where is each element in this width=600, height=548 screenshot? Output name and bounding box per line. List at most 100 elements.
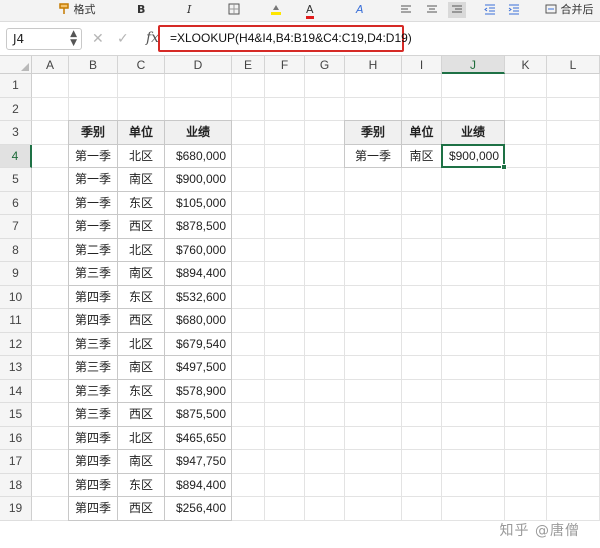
source-amount-cell[interactable]: $680,000 [165, 144, 232, 168]
source-amount-cell[interactable]: $947,750 [165, 450, 232, 474]
source-cell[interactable]: 西区 [118, 309, 165, 333]
row-header-16[interactable]: 16 [0, 426, 32, 450]
cancel-formula-button[interactable]: ✕ [92, 31, 104, 47]
name-box-stepper-icon[interactable]: ▲ ▼ [70, 30, 77, 48]
lookup-header-cell[interactable]: 季别 [345, 121, 402, 145]
row-header-2[interactable]: 2 [0, 97, 32, 121]
column-header-d[interactable]: D [165, 56, 232, 74]
source-amount-cell[interactable]: $900,000 [165, 168, 232, 192]
column-header-a[interactable]: A [32, 56, 69, 74]
source-cell[interactable]: 第一季 [69, 168, 118, 192]
row-header-17[interactable]: 17 [0, 450, 32, 474]
source-cell[interactable]: 第三季 [69, 262, 118, 286]
row-header-6[interactable]: 6 [0, 191, 32, 215]
source-header-cell[interactable]: 业绩 [165, 121, 232, 145]
source-amount-cell[interactable]: $465,650 [165, 426, 232, 450]
row-header-13[interactable]: 13 [0, 356, 32, 380]
borders-button[interactable] [228, 2, 240, 18]
accept-formula-button[interactable]: ✓ [117, 31, 129, 47]
source-amount-cell[interactable]: $878,500 [165, 215, 232, 239]
row-header-7[interactable]: 7 [0, 215, 32, 239]
italic-button[interactable]: I [187, 2, 191, 18]
source-cell[interactable]: 第四季 [69, 309, 118, 333]
source-amount-cell[interactable]: $760,000 [165, 238, 232, 262]
column-header-c[interactable]: C [118, 56, 165, 74]
decrease-indent-button[interactable] [484, 2, 496, 18]
column-header-e[interactable]: E [232, 56, 265, 74]
row-header-10[interactable]: 10 [0, 285, 32, 309]
column-header-h[interactable]: H [345, 56, 402, 74]
column-header-g[interactable]: G [305, 56, 345, 74]
source-cell[interactable]: 东区 [118, 191, 165, 215]
align-center-button[interactable] [426, 2, 438, 18]
column-header-j[interactable]: J [442, 56, 505, 74]
column-header-f[interactable]: F [265, 56, 305, 74]
bold-button[interactable]: B [137, 2, 145, 18]
source-cell[interactable]: 第四季 [69, 473, 118, 497]
source-amount-cell[interactable]: $894,400 [165, 262, 232, 286]
source-amount-cell[interactable]: $680,000 [165, 309, 232, 333]
row-header-18[interactable]: 18 [0, 473, 32, 497]
formula-highlight-box[interactable]: =XLOOKUP(H4&I4,B4:B19&C4:C19,D4:D19) [158, 25, 412, 52]
source-amount-cell[interactable]: $497,500 [165, 356, 232, 380]
row-header-5[interactable]: 5 [0, 168, 32, 192]
source-cell[interactable]: 北区 [118, 144, 165, 168]
source-cell[interactable]: 第一季 [69, 191, 118, 215]
source-header-cell[interactable]: 季别 [69, 121, 118, 145]
source-cell[interactable]: 南区 [118, 356, 165, 380]
source-cell[interactable]: 南区 [118, 450, 165, 474]
source-amount-cell[interactable]: $875,500 [165, 403, 232, 427]
lookup-cell[interactable]: 第一季 [345, 144, 402, 168]
source-cell[interactable]: 西区 [118, 497, 165, 521]
column-header-l[interactable]: L [547, 56, 600, 74]
source-amount-cell[interactable]: $894,400 [165, 473, 232, 497]
row-header-15[interactable]: 15 [0, 403, 32, 427]
formula-input[interactable]: =XLOOKUP(H4&I4,B4:B19&C4:C19,D4:D19) [170, 31, 412, 46]
row-header-14[interactable]: 14 [0, 379, 32, 403]
align-left-button[interactable] [400, 2, 412, 18]
row-header-19[interactable]: 19 [0, 497, 32, 521]
row-header-8[interactable]: 8 [0, 238, 32, 262]
source-cell[interactable]: 北区 [118, 426, 165, 450]
lookup-header-cell[interactable]: 单位 [402, 121, 442, 145]
source-cell[interactable]: 西区 [118, 403, 165, 427]
source-cell[interactable]: 北区 [118, 238, 165, 262]
font-color-button[interactable]: A [306, 2, 314, 19]
source-amount-cell[interactable]: $679,540 [165, 332, 232, 356]
source-cell[interactable]: 第四季 [69, 497, 118, 521]
row-header-1[interactable]: 1 [0, 74, 32, 98]
format-painter-button[interactable]: 格式 [58, 2, 96, 18]
row-header-12[interactable]: 12 [0, 332, 32, 356]
source-cell[interactable]: 西区 [118, 215, 165, 239]
source-cell[interactable]: 第一季 [69, 215, 118, 239]
lookup-cell[interactable]: 南区 [402, 144, 442, 168]
row-header-3[interactable]: 3 [0, 121, 32, 145]
source-cell[interactable]: 第二季 [69, 238, 118, 262]
source-cell[interactable]: 东区 [118, 379, 165, 403]
lookup-header-cell[interactable]: 业绩 [442, 121, 505, 145]
source-cell[interactable]: 东区 [118, 473, 165, 497]
source-cell[interactable]: 第三季 [69, 332, 118, 356]
source-amount-cell[interactable]: $578,900 [165, 379, 232, 403]
text-effects-button[interactable]: A [356, 2, 364, 18]
source-cell[interactable]: 第四季 [69, 426, 118, 450]
align-right-button[interactable] [448, 2, 466, 18]
column-header-i[interactable]: I [402, 56, 442, 74]
source-cell[interactable]: 第一季 [69, 144, 118, 168]
column-header-b[interactable]: B [69, 56, 118, 74]
source-cell[interactable]: 第四季 [69, 450, 118, 474]
source-cell[interactable]: 南区 [118, 262, 165, 286]
source-header-cell[interactable]: 单位 [118, 121, 165, 145]
select-all-corner[interactable] [0, 56, 32, 74]
row-header-11[interactable]: 11 [0, 309, 32, 333]
row-header-9[interactable]: 9 [0, 262, 32, 286]
fill-handle[interactable] [501, 164, 507, 170]
increase-indent-button[interactable] [508, 2, 520, 18]
source-cell[interactable]: 第四季 [69, 285, 118, 309]
source-amount-cell[interactable]: $532,600 [165, 285, 232, 309]
merge-center-button[interactable]: 合并后 [545, 2, 594, 18]
source-cell[interactable]: 北区 [118, 332, 165, 356]
source-cell[interactable]: 南区 [118, 168, 165, 192]
source-cell[interactable]: 第三季 [69, 379, 118, 403]
fill-color-button[interactable] [270, 2, 282, 18]
